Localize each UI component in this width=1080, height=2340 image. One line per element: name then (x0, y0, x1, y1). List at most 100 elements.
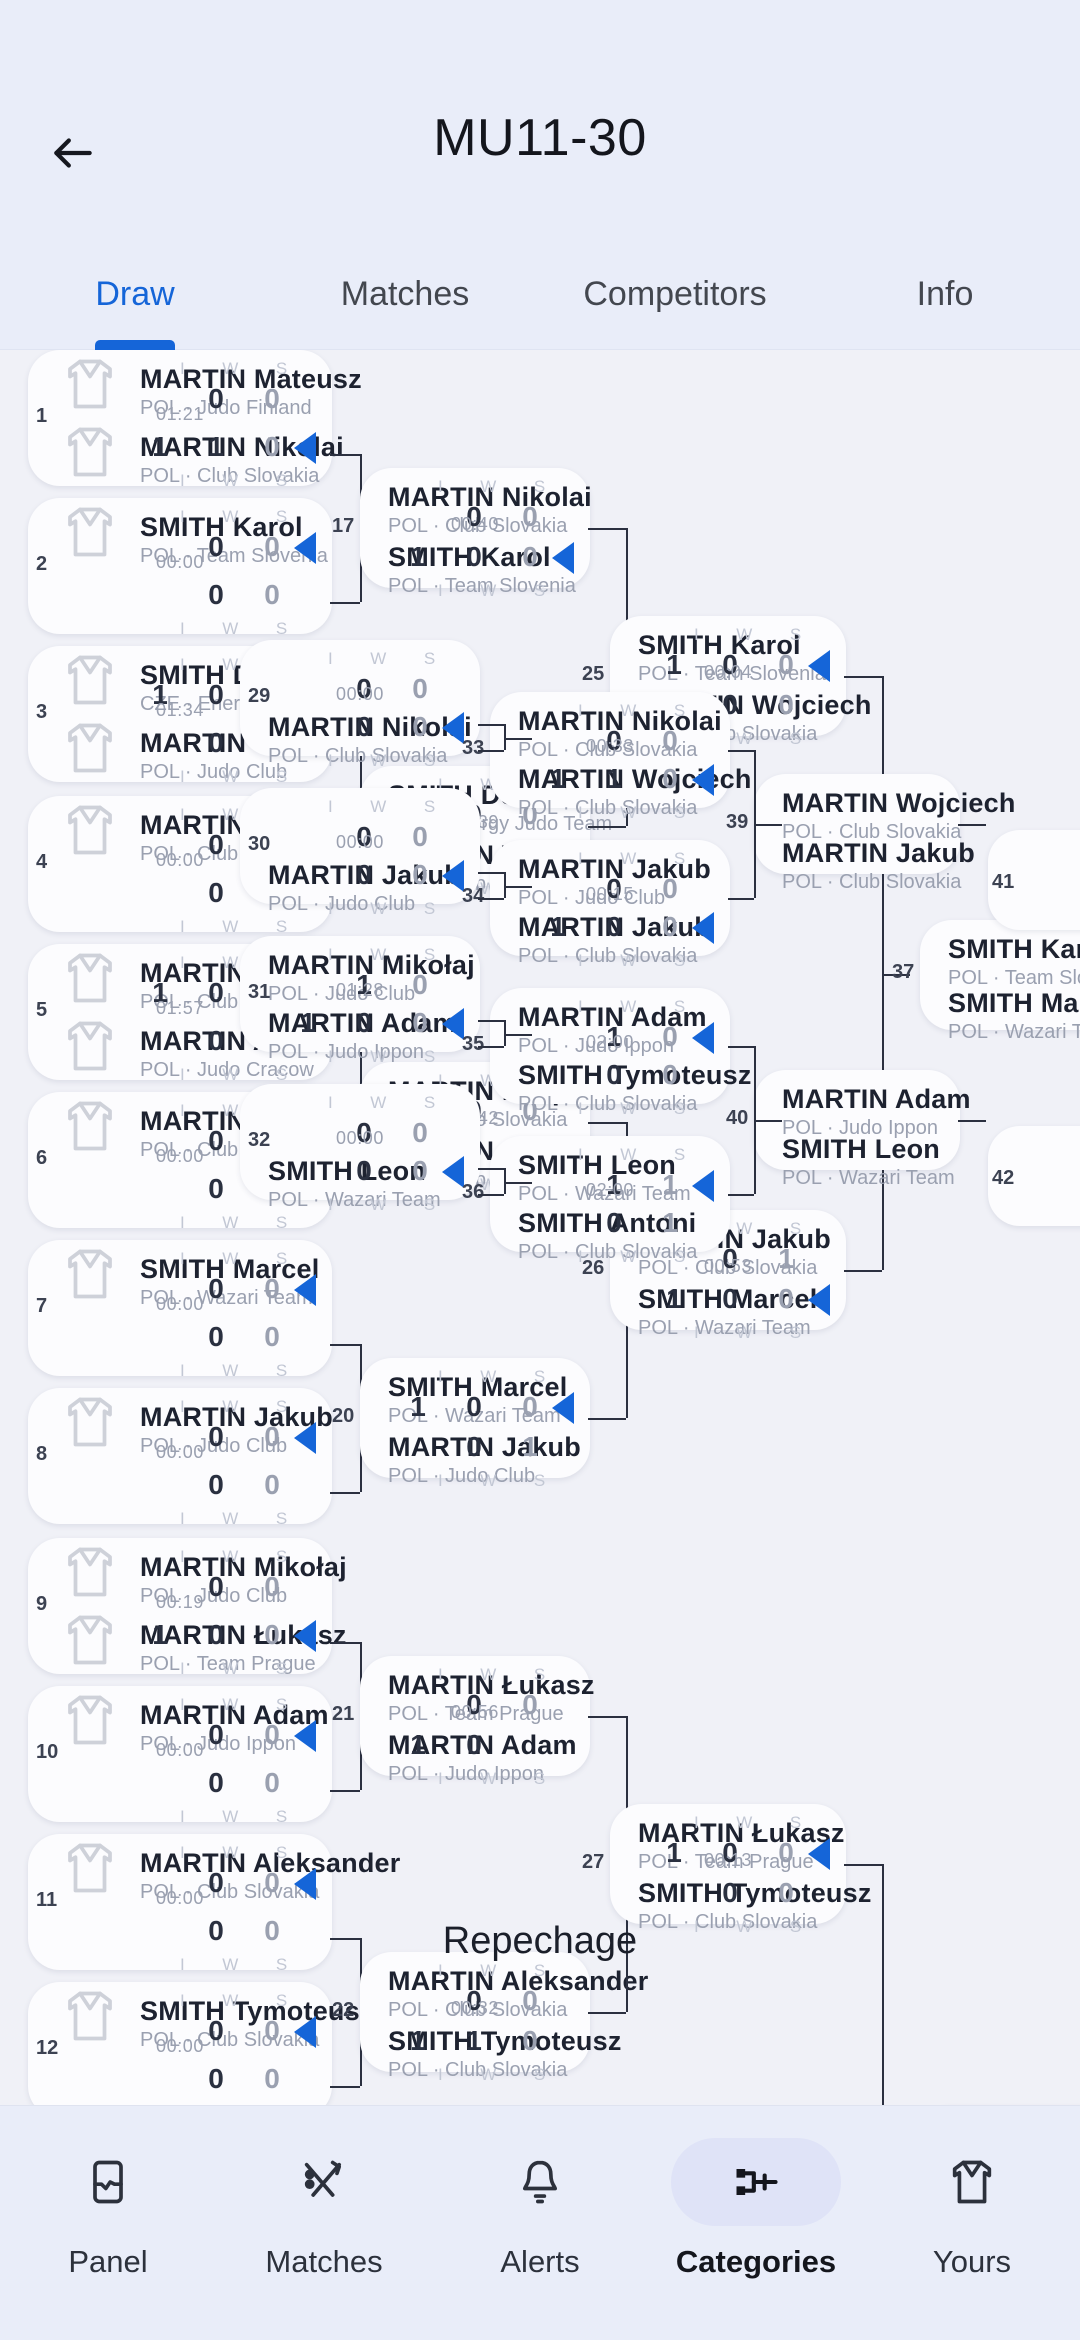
match-number: 9 (36, 1594, 48, 1616)
match-slot-bottom[interactable]: 00IWS (28, 1308, 332, 1380)
ippon-value: 1 (152, 430, 168, 462)
match-slot-bottom[interactable]: MARTIN Jakub POL · Judo Club 0 1 I W S (360, 1418, 590, 1490)
match-slot-bottom[interactable]: SMITH Antoni POL · Club Slovakia 0 1 I W S (490, 1194, 730, 1266)
match-slot-top[interactable]: SMITH Marcel POL · Wazari Team I W S 1 0 0 (360, 1358, 590, 1428)
match-card[interactable]: MARTIN Adam POL · Judo Ippon SMITH Leon POL… (754, 1070, 971, 1190)
match-card[interactable]: I W S 0 0 00:00 MARTIN Nikolai POL · Club Slova… (240, 640, 480, 770)
match-card[interactable]: SMITH Leon POL · Wazari Team I W S 1 1 02:00 SMI… (490, 1136, 730, 1266)
match-card[interactable]: MARTIN Łukasz POL · Team Prague I W S 0 0 00:56… (360, 1656, 594, 1788)
wazari-value: 0 (356, 710, 372, 742)
match-card[interactable]: MARTIN Adam POL · Judo Ippon I W S 0 0 00:00 0 0 I… (28, 1686, 332, 1826)
wazari-value: 1 (606, 762, 622, 794)
match-slot-bottom[interactable]: SMITH Karol POL · Team Slovenia 1 0 0 I W S (360, 528, 590, 600)
tab-info[interactable]: Info (810, 255, 1080, 350)
score-column-bottom: 01IWS (534, 1194, 710, 1266)
bracket-connector (844, 676, 882, 678)
score-headers: IWS (578, 996, 686, 1016)
match-slot-bottom[interactable]: 00IWS (28, 566, 332, 638)
match-card[interactable]: MARTIN Łukasz POL · Team Prague I W S 1 0 0 00:1… (610, 1804, 871, 1936)
match-slot-bottom[interactable]: MARTIN Łukasz POL · Team Prague 1 0 0 I W S (28, 1606, 346, 1678)
match-slot-bottom[interactable]: SMITH Tymoteusz POL · Club Slovakia 1 1 0 I W S (360, 2012, 621, 2084)
match-slot-bottom[interactable]: SMITH Tymoteusz POL · Club Slovakia 0 0 I W S (490, 1046, 751, 1118)
match-slot-top[interactable]: MARTIN Adam POL · Judo Ippon (754, 1070, 971, 1140)
bracket-connector (478, 750, 504, 752)
app-header: MU11-30 (0, 0, 1080, 255)
winner-marker (294, 432, 316, 464)
match-card[interactable]: MARTIN Nikolai POL · Club Slovakia I W S 0 0 00… (360, 468, 592, 600)
match-card[interactable]: SMITH Tymoteusz POL · Club Slovakia I W S 0 0 0… (28, 1982, 373, 2105)
nav-item-panel[interactable]: Panel (0, 2106, 216, 2280)
match-card[interactable]: I W S 0 0 00:00 MARTIN Jakub POL · Judo Club 0 0 I… (240, 788, 480, 918)
match-number: 2 (36, 554, 48, 576)
match-card[interactable]: MARTIN Aleksander POL · Club Slovakia I W S 0… (360, 1952, 648, 2084)
ippon-value: 1 (410, 540, 426, 572)
tab-draw-label: Draw (95, 275, 175, 313)
nav-item-alerts[interactable]: Alerts (432, 2106, 648, 2280)
wazari-value: 0 (466, 540, 482, 572)
match-slot-bottom[interactable]: MARTIN Jakub POL · Club Slovakia (754, 824, 975, 894)
bracket-connector (728, 750, 754, 752)
draw-bracket-canvas[interactable]: MARTIN Mateusz POL · Judo Finland I W S 0 0 01:… (0, 350, 1080, 2105)
score-headers: IWS (438, 1664, 546, 1684)
match-slot-bottom[interactable]: 00IWS (28, 1456, 332, 1528)
nav-item-categories[interactable]: Categories (648, 2106, 864, 2280)
match-slot-bottom[interactable]: MARTIN Wojciech POL · Club Slovakia 1 1 0 I W S (490, 750, 751, 822)
match-slot-bottom[interactable]: SMITH Leon POL · Wazari Team (754, 1120, 960, 1190)
shido-value: 1 (522, 1430, 538, 1462)
tab-competitors[interactable]: Competitors (540, 255, 810, 350)
match-slot-bottom[interactable]: MARTIN Adam POL · Judo Ippon 1 0 0 I W S (240, 994, 480, 1066)
match-card[interactable]: MARTIN Mikołaj POL · Judo Club I W S 1 0 01:28 M… (240, 936, 480, 1066)
shido-value: 0 (662, 1058, 678, 1090)
competitor-club: POL · Wazari Team (782, 1168, 955, 1190)
match-card[interactable]: SMITH Karol POL · Team Slovenia I W S 0 0 00:00… (28, 498, 332, 638)
nav-item-yours[interactable]: Yours (864, 2106, 1080, 2280)
match-slot-bottom[interactable]: MARTIN Nikolai POL · Club Slovakia 1 1 0 I W S (28, 418, 344, 490)
score-headers: IWS (438, 1366, 546, 1386)
match-slot-bottom[interactable]: SMITH Leon POL · Wazari Team 0 0 I W S (240, 1142, 480, 1214)
score-headers: IWS (328, 796, 436, 816)
match-slot-bottom[interactable]: MARTIN Nikolai POL · Club Slovakia 0 0 I W S (240, 698, 480, 770)
score-headers: IWS (328, 1194, 436, 1214)
tab-draw[interactable]: Draw (0, 255, 270, 350)
ippon-value: 1 (666, 1282, 682, 1314)
page-title: MU11-30 (433, 109, 647, 167)
match-card[interactable]: MARTIN Jakub POL · Judo Club I W S 0 0 00:15 MAR… (490, 840, 730, 970)
match-card[interactable]: MARTIN Nikolai POL · Club Slovakia I W S 0 0 00… (490, 692, 751, 822)
score-values: 00 (136, 1766, 312, 1798)
match-number: 6 (36, 1148, 48, 1170)
bracket-connector (504, 1033, 532, 1035)
match-slot-bottom[interactable]: SMITH Tymoteusz POL · Club Slovakia 0 0 I W S (610, 1864, 871, 1936)
match-card[interactable]: I W S 0 0 00:00 SMITH Leon POL · Wazari Team 0 0 I… (240, 1084, 480, 1214)
match-slot-top[interactable]: MARTIN Wojciech POL · Club Slovakia (754, 774, 1015, 844)
wazari-value: 0 (208, 876, 224, 908)
match-card[interactable]: SMITH Marcel POL · Wazari Team I W S 1 0 0 MARTI… (360, 1358, 590, 1490)
match-card[interactable]: SMITH KarolPOL · Team SloveniaSMITH Marc… (920, 919, 1080, 1044)
match-number: 10 (36, 1742, 59, 1764)
match-card[interactable]: MARTIN Adam POL · Judo Ippon I W S 1 0 02:00 SMI… (490, 988, 751, 1118)
match-card[interactable]: MARTIN Wojciech POL · Club Slovakia MARTIN… (754, 774, 1015, 894)
shido-value: 0 (412, 1006, 428, 1038)
match-card[interactable]: MARTIN Mikołaj POL · Judo Club I W S 0 0 00:19 M… (28, 1538, 347, 1678)
match-card[interactable]: MARTIN Jakub POL · Judo Club I W S 0 0 00:00 0 0 I… (28, 1388, 333, 1528)
match-slot-bottom[interactable]: 00IWS (28, 1754, 332, 1826)
score-values: 00 (136, 1468, 312, 1500)
match-number: 20 (332, 1406, 355, 1428)
match-slot-bottom[interactable]: MARTIN Adam POL · Judo Ippon 1 0 I W S (360, 1716, 590, 1788)
nav-item-matches[interactable]: Matches (216, 2106, 432, 2280)
score-headers: IWS (180, 1694, 288, 1714)
match-card[interactable]: MARTIN Mateusz POL · Judo Finland I W S 0 0 01:… (28, 350, 362, 490)
shido-value: 0 (264, 430, 280, 462)
wazari-value: 0 (606, 1058, 622, 1090)
match-slot-bottom[interactable]: MARTIN Jakub POL · Judo Club 0 0 I W S (240, 846, 480, 918)
match-slot-bottom[interactable]: SMITH Marcel POL · Wazari Team (920, 974, 1080, 1044)
shido-value: 0 (264, 578, 280, 610)
match-card[interactable]: SMITH Marcel POL · Wazari Team I W S 0 0 00:00 0… (28, 1240, 332, 1380)
bracket-connector (754, 1120, 782, 1122)
match-slot-bottom[interactable]: SMITH Marcel POL · Wazari Team 1 0 0 I W S (610, 1270, 846, 1342)
score-headers: IWS (578, 1144, 686, 1164)
competitor-name: MARTIN Wojciech (782, 788, 1016, 818)
tab-matches[interactable]: Matches (270, 255, 540, 350)
score-column-bottom: 00IWS (284, 698, 464, 770)
match-slot-bottom[interactable]: MARTIN JakubPOL · Club Slovakia100IWS (490, 898, 730, 970)
match-slot-bottom[interactable]: 00IWS (28, 2050, 332, 2105)
